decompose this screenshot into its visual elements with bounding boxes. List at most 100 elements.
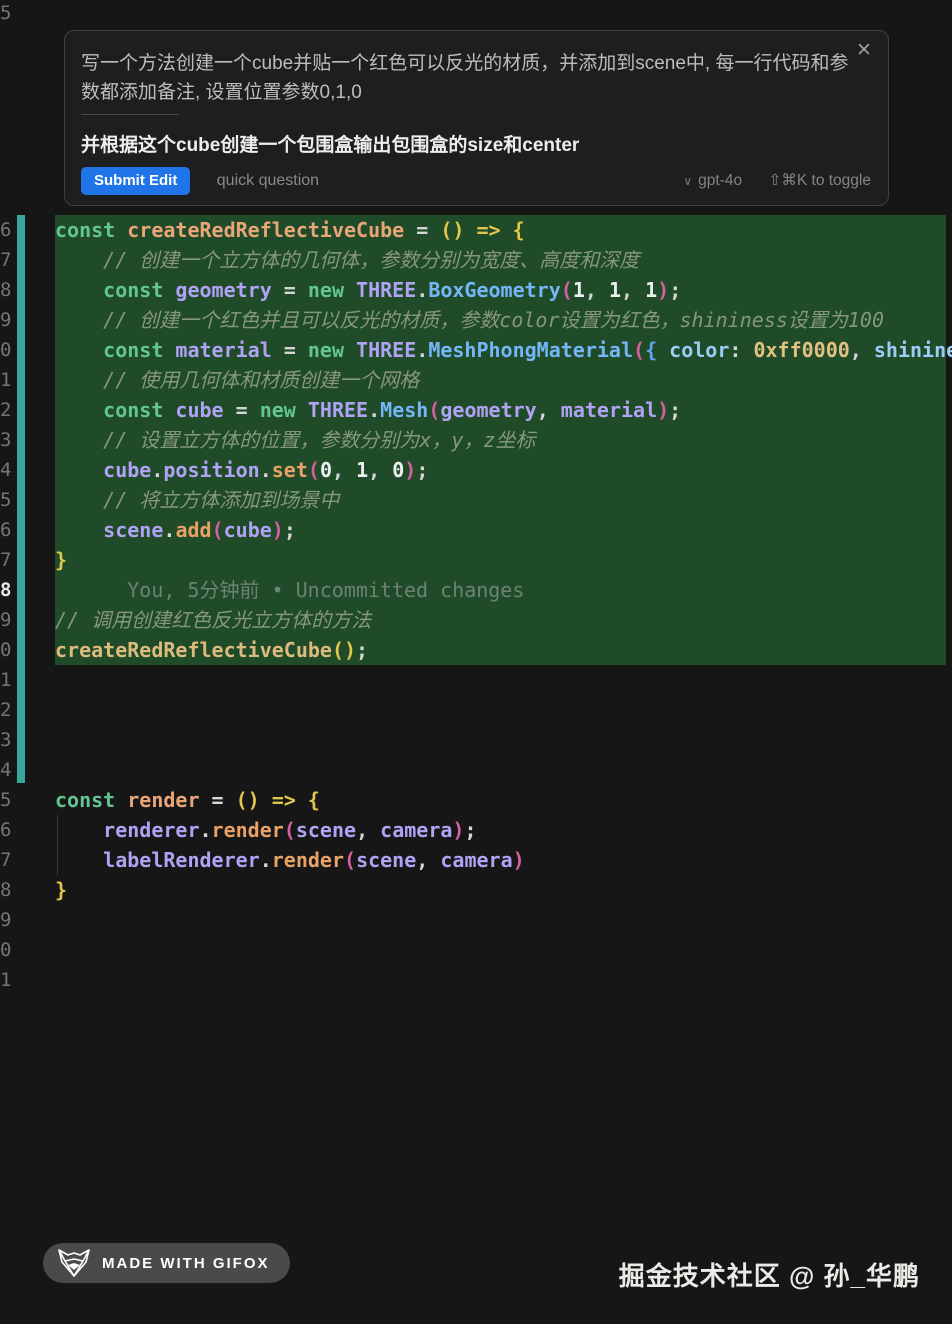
line-number[interactable]: 8 <box>0 275 16 305</box>
code-token: . <box>151 458 163 482</box>
code-line[interactable]: // 使用几何体和材质创建一个网格 <box>55 365 419 395</box>
line-number[interactable]: 5 <box>0 785 16 815</box>
code-line[interactable]: const cube = new THREE.Mesh(geometry, ma… <box>55 395 681 425</box>
code-token: . <box>260 848 272 872</box>
code-line[interactable]: } <box>55 545 67 575</box>
code-token: ) <box>657 278 669 302</box>
chat-action-row: Submit Edit quick question ∨gpt-4o ⇧⌘K t… <box>81 167 874 195</box>
code-line[interactable]: const material = new THREE.MeshPhongMate… <box>55 335 952 365</box>
code-token: } <box>55 878 67 902</box>
code-token: ( <box>561 278 573 302</box>
code-token: // 设置立方体的位置，参数分别为x，y，z坐标 <box>103 428 535 452</box>
code-token: position <box>163 458 259 482</box>
code-token: 1 <box>609 278 621 302</box>
code-token: const <box>103 338 175 362</box>
code-token: ) <box>657 398 669 422</box>
code-token: THREE <box>308 398 368 422</box>
line-number[interactable]: 2 <box>0 395 16 425</box>
code-token: ( <box>212 518 224 542</box>
line-number[interactable]: 8 <box>0 875 16 905</box>
code-token: const <box>103 278 175 302</box>
community-watermark: 掘金技术社区 @ 孙_华鹏 <box>320 1256 920 1293</box>
code-line[interactable]: // 创建一个红色并且可以反光的材质，参数color设置为红色，shinines… <box>55 305 884 335</box>
code-token: . <box>416 278 428 302</box>
line-number[interactable]: 3 <box>0 425 16 455</box>
line-number[interactable]: 9 <box>0 605 16 635</box>
line-number[interactable]: 1 <box>0 665 16 695</box>
code-line[interactable]: You, 5分钟前 • Uncommitted changes <box>55 575 524 605</box>
line-number[interactable]: 4 <box>0 755 16 785</box>
code-token: createRedReflectiveCube <box>55 638 332 662</box>
code-token: ; <box>669 278 681 302</box>
code-token: camera <box>380 818 452 842</box>
line-number[interactable]: 5 <box>0 0 16 28</box>
code-token: . <box>368 398 380 422</box>
line-number[interactable]: 7 <box>0 245 16 275</box>
line-number[interactable]: 7 <box>0 545 16 575</box>
code-token: // 调用创建红色反光立方体的方法 <box>55 608 371 632</box>
code-line[interactable]: const createRedReflectiveCube = () => { <box>55 215 525 245</box>
line-number[interactable]: 0 <box>0 935 16 965</box>
code-token: . <box>163 518 175 542</box>
code-token <box>55 428 103 452</box>
code-token: geometry <box>175 278 271 302</box>
code-token: = <box>404 218 440 242</box>
line-number[interactable]: 1 <box>0 965 16 995</box>
code-token: () <box>332 638 356 662</box>
model-selector[interactable]: ∨ gpt-4o <box>683 167 742 195</box>
chevron-down-icon: ∨ <box>683 174 692 188</box>
code-line[interactable]: // 设置立方体的位置，参数分别为x，y，z坐标 <box>55 425 535 455</box>
code-line[interactable]: createRedReflectiveCube(); <box>55 635 368 665</box>
code-line[interactable]: labelRenderer.render(scene, camera) <box>55 845 525 875</box>
code-token: // 使用几何体和材质创建一个网格 <box>103 368 419 392</box>
line-number[interactable]: 4 <box>0 455 16 485</box>
code-line[interactable]: renderer.render(scene, camera); <box>55 815 477 845</box>
code-line[interactable]: // 调用创建红色反光立方体的方法 <box>55 605 371 635</box>
submit-edit-button[interactable]: Submit Edit <box>81 167 190 195</box>
code-token: ( <box>284 818 296 842</box>
code-token: = <box>224 398 260 422</box>
code-line[interactable]: const render = () => { <box>55 785 320 815</box>
line-number[interactable]: 8 <box>0 575 16 605</box>
code-token <box>55 488 103 512</box>
line-number[interactable]: 2 <box>0 695 16 725</box>
code-token <box>55 458 103 482</box>
code-token: material <box>175 338 271 362</box>
line-number[interactable]: 5 <box>0 485 16 515</box>
code-token: THREE <box>356 338 416 362</box>
code-token: () => { <box>440 218 524 242</box>
line-number[interactable]: 6 <box>0 515 16 545</box>
code-token: // 创建一个立方体的几何体，参数分别为宽度、高度和深度 <box>103 248 639 272</box>
code-token: ) <box>452 818 464 842</box>
line-number[interactable]: 6 <box>0 215 16 245</box>
line-number[interactable]: 3 <box>0 725 16 755</box>
code-token: , <box>356 818 380 842</box>
code-line[interactable]: // 创建一个立方体的几何体，参数分别为宽度、高度和深度 <box>55 245 639 275</box>
edit-range-indicator <box>17 215 25 783</box>
line-number[interactable]: 9 <box>0 305 16 335</box>
line-number[interactable]: 7 <box>0 845 16 875</box>
code-token: () => { <box>236 788 320 812</box>
code-token <box>55 398 103 422</box>
quick-question-button[interactable]: quick question <box>217 167 319 195</box>
line-number[interactable]: 1 <box>0 365 16 395</box>
code-token: new <box>308 278 356 302</box>
model-name: gpt-4o <box>698 172 742 189</box>
code-token: scene <box>296 818 356 842</box>
line-number[interactable]: 0 <box>0 335 16 365</box>
code-token: color <box>669 338 729 362</box>
code-line[interactable]: // 将立方体添加到场景中 <box>55 485 339 515</box>
code-line[interactable]: const geometry = new THREE.BoxGeometry(1… <box>55 275 681 305</box>
code-token: const <box>103 398 175 422</box>
gifox-badge: MADE WITH GIFOX <box>43 1243 290 1283</box>
code-token: ( <box>344 848 356 872</box>
code-line[interactable]: cube.position.set(0, 1, 0); <box>55 455 428 485</box>
code-line[interactable]: scene.add(cube); <box>55 515 296 545</box>
line-number[interactable]: 0 <box>0 635 16 665</box>
line-number[interactable]: 9 <box>0 905 16 935</box>
code-token: , <box>332 458 356 482</box>
code-line[interactable]: } <box>55 875 67 905</box>
line-number[interactable]: 6 <box>0 815 16 845</box>
code-token: MeshPhongMaterial <box>428 338 633 362</box>
code-token: 1 <box>645 278 657 302</box>
